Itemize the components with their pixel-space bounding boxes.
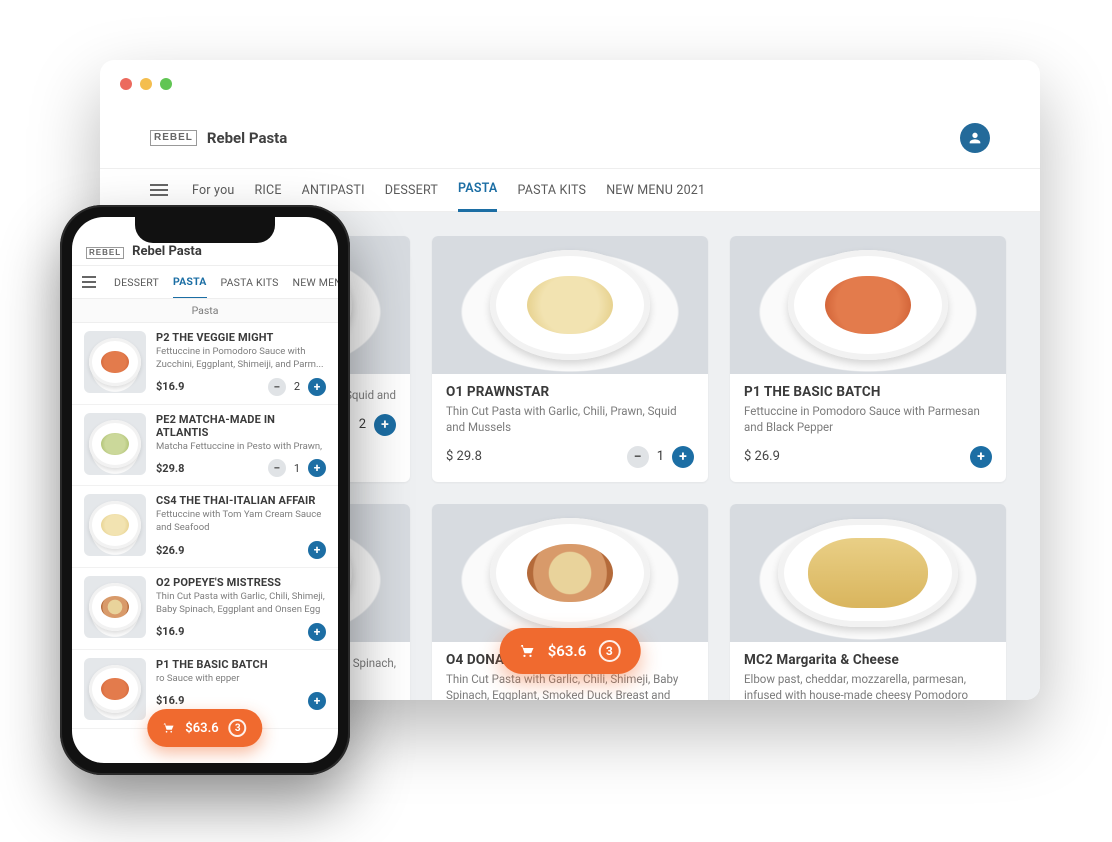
food-image: [84, 413, 146, 475]
food-image: [432, 504, 708, 642]
window-minimize-icon[interactable]: [140, 78, 152, 90]
cart-count: 3: [229, 719, 247, 737]
menu-icon[interactable]: [82, 276, 100, 288]
window-close-icon[interactable]: [120, 78, 132, 90]
menu-qty: 2: [351, 417, 374, 432]
menu-desc: Fettuccine with Tom Yam Cream Sauce and …: [156, 509, 326, 535]
phone-list[interactable]: P2 THE VEGGIE MIGHT Fettuccine in Pomodo…: [72, 323, 338, 763]
cart-button[interactable]: $63.6 3: [500, 628, 641, 674]
section-header: Pasta: [72, 299, 338, 323]
menu-title: P1 THE BASIC BATCH: [156, 658, 326, 671]
list-item[interactable]: P2 THE VEGGIE MIGHT Fettuccine in Pomodo…: [72, 323, 338, 405]
list-item[interactable]: O2 POPEYE'S MISTRESS Thin Cut Pasta with…: [72, 568, 338, 650]
avatar[interactable]: [960, 123, 990, 153]
brand-logo: REBEL: [150, 130, 197, 146]
list-item[interactable]: PE2 MATCHA-MADE IN ATLANTIS Matcha Fettu…: [72, 405, 338, 487]
menu-desc: Thin Cut Pasta with Garlic, Chili, Shime…: [446, 672, 694, 700]
menu-price: $16.9: [156, 625, 184, 638]
cart-icon: [161, 721, 175, 735]
user-icon: [967, 130, 983, 146]
menu-desc: ro Sauce with epper: [156, 673, 326, 686]
brand-name: Rebel Pasta: [132, 244, 202, 259]
menu-title: MC2 Margarita & Cheese: [744, 652, 992, 668]
menu-qty: 1: [286, 462, 308, 475]
menu-price: $ 29.8: [446, 449, 482, 464]
cart-button[interactable]: $63.6 3: [147, 709, 262, 747]
food-image: [432, 236, 708, 374]
tab-pasta-kits[interactable]: PASTA KITS: [517, 170, 586, 211]
menu-card[interactable]: O1 PRAWNSTAR Thin Cut Pasta with Garlic,…: [432, 236, 708, 482]
phone-notch: [135, 217, 275, 243]
phone-screen: REBEL Rebel Pasta DESSERT PASTA PASTA KI…: [72, 217, 338, 763]
menu-desc: Thin Cut Pasta with Garlic, Chili, Shime…: [156, 591, 326, 617]
food-image: [84, 331, 146, 393]
brand-name: Rebel Pasta: [207, 129, 287, 147]
brand-logo: REBEL: [86, 247, 124, 259]
minus-button[interactable]: −: [627, 446, 649, 468]
menu-desc: Matcha Fettuccine in Pesto with Prawn,: [156, 441, 326, 454]
menu-card[interactable]: MC2 Margarita & Cheese Elbow past, chedd…: [730, 504, 1006, 700]
tab-new-menu[interactable]: NEW MENU 2021: [606, 170, 705, 211]
menu-title: PE2 MATCHA-MADE IN ATLANTIS: [156, 413, 326, 439]
minus-button[interactable]: −: [268, 378, 286, 396]
tab-pasta-kits[interactable]: PASTA KITS: [221, 267, 279, 298]
menu-price: $ 26.9: [744, 449, 780, 464]
menu-price: $16.9: [156, 380, 184, 393]
minus-button[interactable]: −: [268, 459, 286, 477]
menu-icon[interactable]: [150, 184, 172, 196]
menu-desc: Elbow past, cheddar, mozzarella, parmesa…: [744, 672, 992, 700]
add-button[interactable]: +: [374, 414, 396, 436]
window-zoom-icon[interactable]: [160, 78, 172, 90]
menu-title: CS4 THE THAI-ITALIAN AFFAIR: [156, 494, 326, 507]
tab-pasta[interactable]: PASTA: [458, 168, 497, 212]
menu-price: $26.9: [156, 544, 184, 557]
food-image: [730, 236, 1006, 374]
food-image: [730, 504, 1006, 642]
phone-device: REBEL Rebel Pasta DESSERT PASTA PASTA KI…: [60, 205, 350, 775]
menu-card[interactable]: P1 THE BASIC BATCH Fettuccine in Pomodor…: [730, 236, 1006, 482]
brand: REBEL Rebel Pasta: [150, 129, 287, 147]
menu-qty: 1: [649, 449, 672, 464]
menu-price: $29.8: [156, 462, 184, 475]
cart-icon: [518, 642, 536, 660]
menu-title: P1 THE BASIC BATCH: [744, 384, 992, 400]
menu-title: O2 POPEYE'S MISTRESS: [156, 576, 326, 589]
tab-dessert[interactable]: DESSERT: [114, 267, 159, 298]
tab-dessert[interactable]: DESSERT: [385, 170, 438, 211]
food-image: [84, 576, 146, 638]
menu-qty: 2: [286, 380, 308, 393]
cart-total: $63.6: [185, 721, 218, 736]
menu-desc: Thin Cut Pasta with Garlic, Chili, Prawn…: [446, 404, 694, 436]
add-button[interactable]: +: [672, 446, 694, 468]
menu-title: O1 PRAWNSTAR: [446, 384, 694, 400]
menu-desc: Fettuccine in Pomodoro Sauce with Zucchi…: [156, 346, 326, 372]
menu-price: $16.9: [156, 694, 184, 707]
tab-pasta[interactable]: PASTA: [173, 266, 206, 299]
add-button[interactable]: +: [308, 378, 326, 396]
cart-total: $63.6: [548, 642, 587, 660]
tab-new-menu[interactable]: NEW MENU 2: [293, 267, 338, 298]
food-image: [84, 494, 146, 556]
food-image: [84, 658, 146, 720]
cart-count: 3: [598, 640, 620, 662]
add-button[interactable]: +: [970, 446, 992, 468]
window-controls: [120, 78, 172, 90]
desktop-header: REBEL Rebel Pasta: [100, 60, 1040, 168]
menu-title: P2 THE VEGGIE MIGHT: [156, 331, 326, 344]
add-button[interactable]: +: [308, 692, 326, 710]
phone-tabs: DESSERT PASTA PASTA KITS NEW MENU 2: [72, 265, 338, 299]
add-button[interactable]: +: [308, 541, 326, 559]
add-button[interactable]: +: [308, 459, 326, 477]
add-button[interactable]: +: [308, 623, 326, 641]
menu-desc: Fettuccine in Pomodoro Sauce with Parmes…: [744, 404, 992, 436]
list-item[interactable]: CS4 THE THAI-ITALIAN AFFAIR Fettuccine w…: [72, 486, 338, 568]
